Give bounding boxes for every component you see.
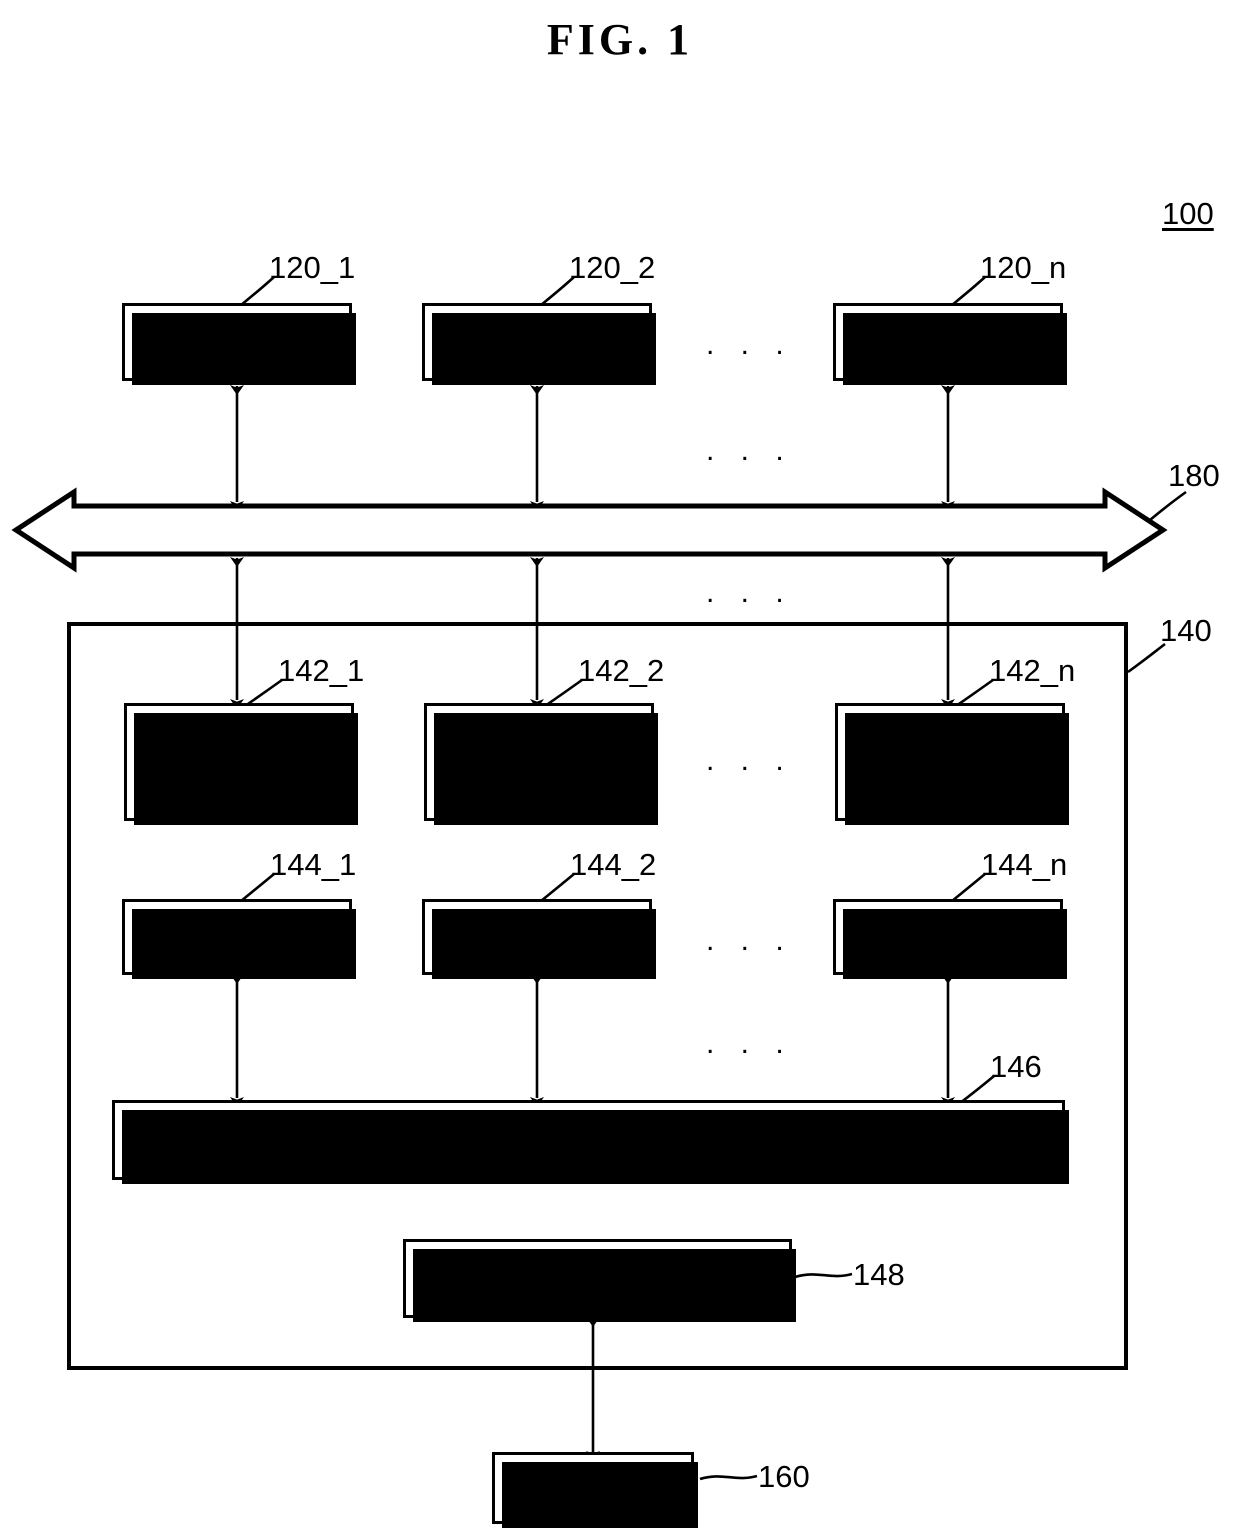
master-2-box[interactable]: MASTER 2 xyxy=(422,303,656,385)
ellipsis-master-below: . . . xyxy=(706,434,793,467)
slave-interface-2-box[interactable]: SLAVE INTERFACE 2 xyxy=(424,703,658,825)
timer-n-label: TIMER n xyxy=(888,920,1008,954)
bus-ref-180: 180 xyxy=(1168,458,1220,493)
timer-n-ref: 144_n xyxy=(981,847,1068,882)
slave-interface-2-label: SLAVE INTERFACE 2 xyxy=(442,728,636,795)
ellipsis-master-row: . . . xyxy=(706,328,793,361)
controller-label: CONTROLLER xyxy=(485,1123,692,1157)
master-2-ref: 120_2 xyxy=(569,250,656,285)
ellipsis-slave-interface-row: . . . xyxy=(706,744,793,777)
slave-label: SLAVE xyxy=(545,1471,641,1505)
timer-2-ref: 144_2 xyxy=(570,847,657,882)
slave-interface-2-ref: 142_2 xyxy=(578,653,665,688)
slave-interface-n-label: SLAVE INTERFACE n xyxy=(853,728,1047,795)
timer-2-box[interactable]: TIMER 2 xyxy=(422,899,656,979)
master-1-ref: 120_1 xyxy=(269,250,356,285)
slave-interface-n-ref: 142_n xyxy=(989,653,1076,688)
master-2-label: MASTER 2 xyxy=(461,325,613,359)
master-interface-label: MASTER INTERFACE xyxy=(446,1261,749,1295)
timer-2-label: TIMER 2 xyxy=(477,920,597,954)
master-n-box[interactable]: MASTER n xyxy=(833,303,1067,385)
master-n-label: MASTER n xyxy=(872,325,1024,359)
interconnect-ref-140: 140 xyxy=(1160,613,1212,648)
slave-ref-160: 160 xyxy=(758,1459,810,1494)
slave-interface-1-box[interactable]: SLAVE INTERFACE 1 xyxy=(124,703,358,825)
ellipsis-timer-row: . . . xyxy=(706,924,793,957)
ellipsis-bus-below: . . . xyxy=(706,576,793,609)
timer-1-label: TIMER 1 xyxy=(177,920,297,954)
controller-box[interactable]: CONTROLLER xyxy=(112,1100,1069,1184)
slave-interface-n-box[interactable]: SLAVE INTERFACE n xyxy=(835,703,1069,825)
system-ref-100: 100 xyxy=(1162,196,1214,231)
master-1-label: MASTER 1 xyxy=(161,325,313,359)
timer-n-box[interactable]: TIMER n xyxy=(833,899,1067,979)
ellipsis-timer-below: . . . xyxy=(706,1027,793,1060)
controller-ref-146: 146 xyxy=(990,1049,1042,1084)
bus-arrow-180 xyxy=(11,487,1168,573)
master-bus-connectors xyxy=(230,385,955,511)
slave-box[interactable]: SLAVE xyxy=(492,1452,698,1528)
timer-1-ref: 144_1 xyxy=(270,847,357,882)
master-interface-box[interactable]: MASTER INTERFACE xyxy=(403,1239,796,1322)
master-1-box[interactable]: MASTER 1 xyxy=(122,303,356,385)
timer-1-box[interactable]: TIMER 1 xyxy=(122,899,356,979)
master-interface-ref-148: 148 xyxy=(853,1257,905,1292)
master-n-ref: 120_n xyxy=(980,250,1067,285)
slave-interface-1-ref: 142_1 xyxy=(278,653,365,688)
slave-interface-1-label: SLAVE INTERFACE 1 xyxy=(142,728,336,795)
